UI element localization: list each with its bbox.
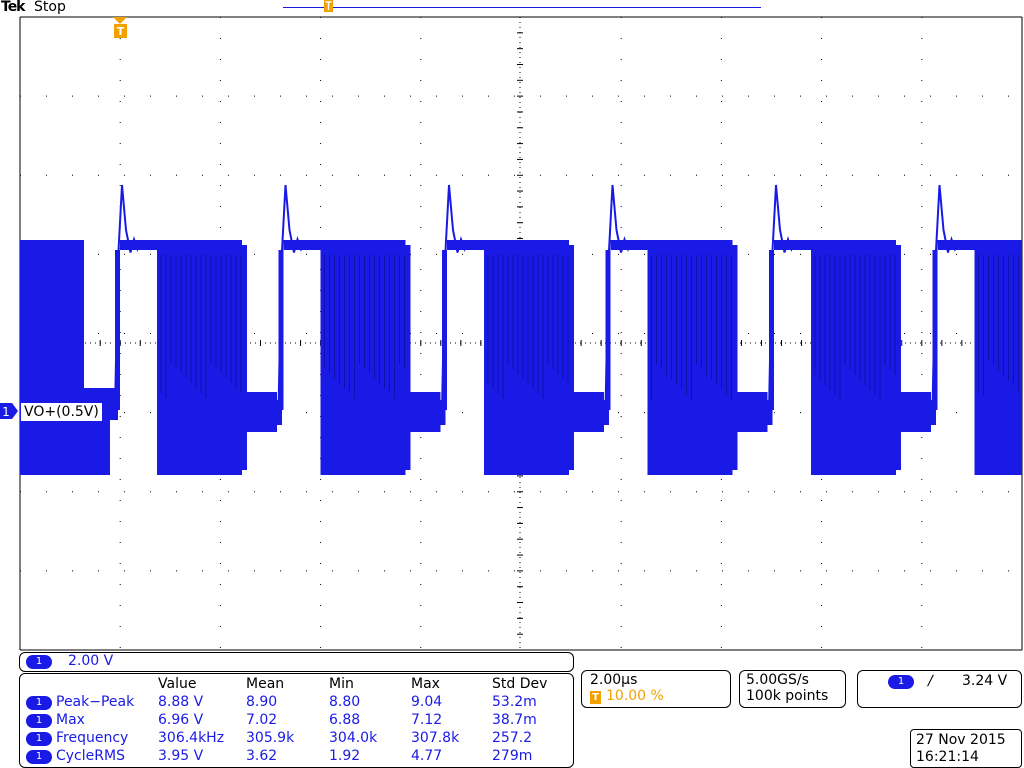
measurement-value: 8.88 V bbox=[158, 694, 204, 710]
rising-edge-icon: ∕ bbox=[928, 673, 933, 689]
measurement-std-dev: 279m bbox=[492, 748, 533, 764]
measurement-min: 1.92 bbox=[329, 748, 361, 764]
trigger-position-icon: T bbox=[590, 691, 601, 704]
trigger-position-marker-icon[interactable]: T bbox=[113, 17, 127, 38]
measurement-max: 9.04 bbox=[411, 694, 443, 710]
datetime-readout: 27 Nov 2015 16:21:14 bbox=[910, 729, 1022, 768]
ch1-scale-value: 2.00 V bbox=[68, 653, 114, 669]
measurement-table[interactable]: Value Mean Min Max Std Dev 1 Peak−Peak 8… bbox=[19, 673, 574, 768]
trigger-level-value: 3.24 V bbox=[962, 673, 1008, 689]
ch1-badge: 1 bbox=[26, 750, 52, 764]
measurement-min: 8.80 bbox=[329, 694, 361, 710]
sample-rate-value: 5.00GS/s bbox=[746, 672, 809, 688]
date-value: 27 Nov 2015 bbox=[916, 732, 1006, 748]
measurement-name: CycleRMS bbox=[56, 748, 125, 764]
measurement-mean: 7.02 bbox=[246, 712, 278, 728]
measurement-std-dev: 257.2 bbox=[492, 730, 533, 746]
trigger-readout[interactable]: 1 ∕ 3.24 V bbox=[857, 670, 1022, 708]
measurement-name: Max bbox=[56, 712, 85, 728]
ch1-label: VO+(0.5V) bbox=[20, 402, 103, 422]
column-header: Std Dev bbox=[492, 676, 548, 692]
timebase-value: 2.00µs bbox=[590, 672, 638, 688]
time-value: 16:21:14 bbox=[916, 749, 979, 765]
measurement-std-dev: 38.7m bbox=[492, 712, 537, 728]
horizontal-readout[interactable]: 2.00µs T 10.00 % bbox=[581, 670, 731, 708]
measurement-max: 7.12 bbox=[411, 712, 443, 728]
ch1-badge: 1 bbox=[26, 714, 52, 728]
column-header: Max bbox=[411, 676, 440, 692]
measurement-value: 6.96 V bbox=[158, 712, 204, 728]
ch1-scale-readout[interactable]: 1 2.00 V bbox=[19, 652, 574, 672]
acquisition-readout[interactable]: 5.00GS/s 100k points bbox=[739, 670, 846, 708]
column-header: Min bbox=[329, 676, 354, 692]
measurement-mean: 8.90 bbox=[246, 694, 278, 710]
measurement-min: 6.88 bbox=[329, 712, 361, 728]
measurement-mean: 305.9k bbox=[246, 730, 295, 746]
ch1-badge: 1 bbox=[26, 655, 52, 669]
measurement-name: Frequency bbox=[56, 730, 129, 746]
ch1-badge: 1 bbox=[26, 696, 52, 710]
measurement-max: 4.77 bbox=[411, 748, 443, 764]
measurement-max: 307.8k bbox=[411, 730, 460, 746]
trigger-position-value: 10.00 % bbox=[606, 688, 664, 704]
measurement-mean: 3.62 bbox=[246, 748, 278, 764]
trigger-source-badge: 1 bbox=[888, 675, 914, 689]
measurement-std-dev: 53.2m bbox=[492, 694, 537, 710]
column-header: Value bbox=[158, 676, 197, 692]
column-header: Mean bbox=[246, 676, 285, 692]
measurement-name: Peak−Peak bbox=[56, 694, 135, 710]
record-length-value: 100k points bbox=[746, 688, 829, 704]
ch1-ground-marker-icon[interactable]: 1 bbox=[0, 403, 18, 419]
trigger-marker-glyph: T bbox=[117, 25, 125, 38]
measurement-value: 306.4kHz bbox=[158, 730, 225, 746]
ch1-marker-number: 1 bbox=[2, 405, 10, 419]
ch1-badge: 1 bbox=[26, 732, 52, 746]
measurement-value: 3.95 V bbox=[158, 748, 204, 764]
measurement-min: 304.0k bbox=[329, 730, 378, 746]
